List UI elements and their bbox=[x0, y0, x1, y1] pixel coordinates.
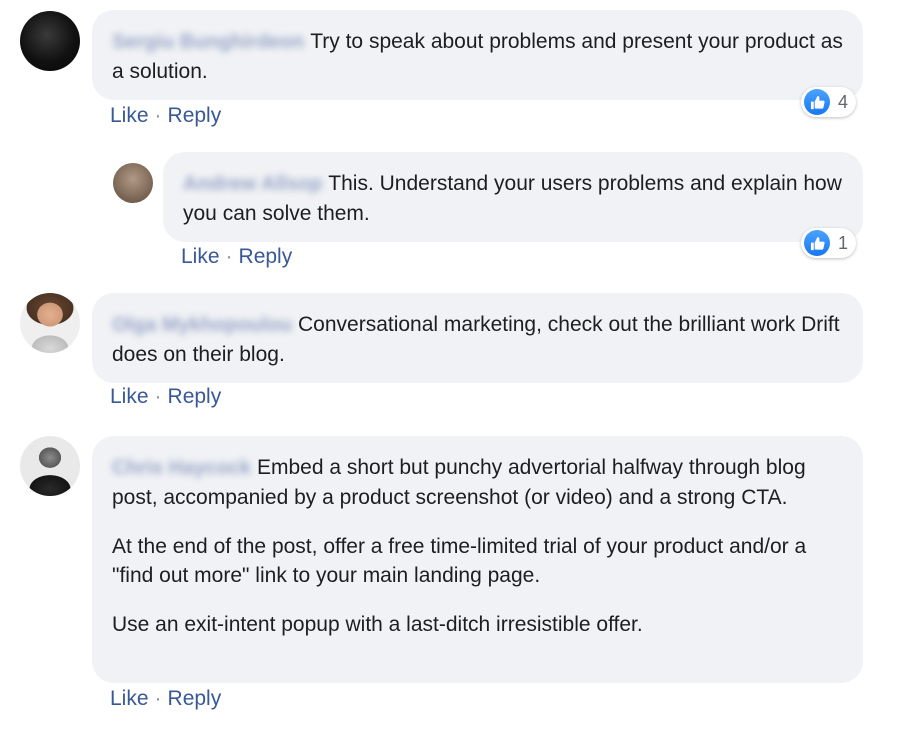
comment-text: Andrew Allsop This. Understand your users… bbox=[183, 169, 843, 228]
comment-paragraph: At the end of the post, offer a free tim… bbox=[112, 535, 807, 587]
like-link[interactable]: Like bbox=[110, 385, 149, 408]
comment-actions: Like · Reply bbox=[110, 385, 221, 409]
comment-text: Chris Haycock Embed a short but punchy ad… bbox=[112, 453, 843, 512]
comment-bubble: Chris Haycock Embed a short but punchy ad… bbox=[92, 436, 863, 683]
reaction-count-value: 1 bbox=[838, 232, 849, 253]
avatar[interactable] bbox=[20, 11, 80, 71]
reply-link[interactable]: Reply bbox=[168, 385, 222, 408]
comment-actions: Like · Reply bbox=[110, 104, 221, 128]
author-name[interactable]: Andrew Allsop bbox=[183, 170, 322, 199]
comment-actions: Like · Reply bbox=[181, 245, 292, 269]
comment-text: Olga Mykhopoulou Conversational marketing… bbox=[112, 310, 843, 369]
reaction-count-value: 4 bbox=[838, 91, 849, 112]
reply-link[interactable]: Reply bbox=[168, 687, 222, 710]
like-link[interactable]: Like bbox=[110, 104, 149, 127]
author-name[interactable]: Chris Haycock bbox=[112, 454, 251, 483]
comment-text: Sergiu Bunghirdeon Try to speak about pro… bbox=[112, 27, 843, 86]
avatar[interactable] bbox=[113, 163, 153, 203]
avatar[interactable] bbox=[20, 436, 80, 496]
separator: · bbox=[154, 687, 162, 710]
thumbs-up-icon bbox=[804, 89, 830, 115]
author-name[interactable]: Olga Mykhopoulou bbox=[112, 311, 292, 340]
comment-paragraph: Use an exit-intent popup with a last-dit… bbox=[112, 613, 643, 636]
separator: · bbox=[154, 104, 162, 127]
comment-actions: Like · Reply bbox=[110, 687, 221, 711]
avatar[interactable] bbox=[20, 293, 80, 353]
separator: · bbox=[154, 385, 162, 408]
comment-bubble: Andrew Allsop This. Understand your users… bbox=[163, 152, 863, 242]
separator: · bbox=[225, 245, 233, 268]
reaction-count[interactable]: 1 bbox=[801, 228, 857, 258]
like-link[interactable]: Like bbox=[110, 687, 149, 710]
thumbs-up-icon bbox=[804, 230, 830, 256]
reply-link[interactable]: Reply bbox=[239, 245, 293, 268]
reply-link[interactable]: Reply bbox=[168, 104, 222, 127]
reaction-count[interactable]: 4 bbox=[801, 87, 857, 117]
comment-bubble: Sergiu Bunghirdeon Try to speak about pro… bbox=[92, 10, 863, 100]
like-link[interactable]: Like bbox=[181, 245, 220, 268]
author-name[interactable]: Sergiu Bunghirdeon bbox=[112, 28, 304, 57]
comment-bubble: Olga Mykhopoulou Conversational marketing… bbox=[92, 293, 863, 383]
